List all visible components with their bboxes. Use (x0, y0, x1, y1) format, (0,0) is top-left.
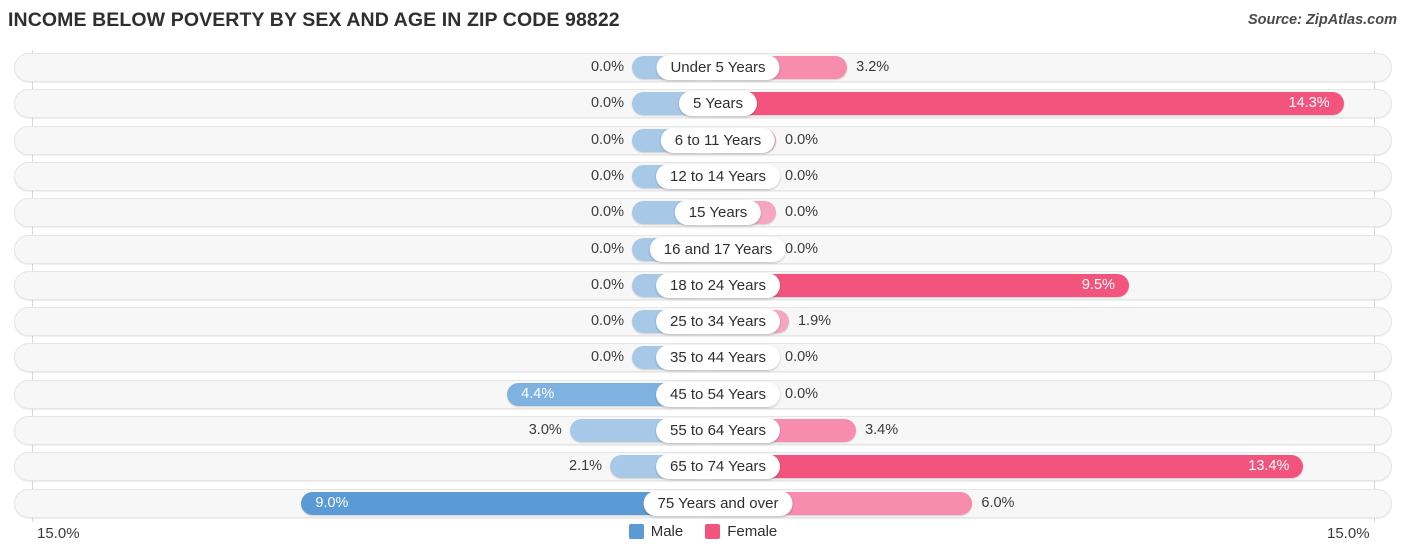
bar-value-male: 4.4% (521, 385, 555, 402)
table-row[interactable]: 4.4% 0.0% 45 to 54 Years (14, 379, 1392, 409)
legend-swatch-female (705, 524, 721, 539)
bar-value-male: 2.1% (568, 458, 603, 475)
legend-label-male: Male (650, 523, 684, 540)
row-label-75-years-and-over[interactable]: 75 Years and over (643, 490, 793, 516)
chart-footer: 15.0% 15.0% Male Female (0, 520, 1406, 559)
row-label-25-to-34-years[interactable]: 25 to 34 Years (656, 309, 780, 335)
table-row[interactable]: 3.0% 3.4% 55 to 64 Years (14, 416, 1392, 445)
source-attribution: Source: ZipAtlas.com (1247, 12, 1397, 28)
bar-value-female: 0.0% (785, 240, 819, 257)
bar-value-male: 0.0% (590, 59, 624, 75)
legend-item-female[interactable]: Female (705, 523, 777, 540)
legend-item-male[interactable]: Male (628, 523, 684, 540)
row-label-18-to-24-years[interactable]: 18 to 24 Years (656, 272, 780, 298)
bar-value-male: 0.0% (590, 276, 624, 293)
bar-value-female: 9.5% (1081, 276, 1115, 293)
row-label-15-years[interactable]: 15 Years (674, 200, 762, 226)
bar-value-female: 3.4% (865, 422, 899, 438)
bar-value-male: 3.0% (528, 422, 562, 438)
page-title: INCOME BELOW POVERTY BY SEX AND AGE IN Z… (8, 9, 620, 31)
table-row[interactable]: 0.0% 0.0% 12 to 14 Years (14, 161, 1392, 191)
bar-value-female: 1.9% (797, 313, 832, 330)
chart-header: INCOME BELOW POVERTY BY SEX AND AGE IN Z… (0, 0, 1406, 44)
table-row[interactable]: 0.0% 9.5% 18 to 24 Years (14, 270, 1392, 300)
row-label-6-to-11-years[interactable]: 6 to 11 Years (660, 127, 776, 153)
bar-value-female: 0.0% (785, 131, 819, 148)
legend-swatch-male (628, 524, 644, 539)
table-row[interactable]: 0.0% 3.2% Under 5 Years (14, 53, 1392, 82)
bar-female[interactable] (704, 92, 1344, 116)
bar-value-female: 0.0% (785, 167, 819, 184)
bar-value-female: 3.2% (856, 59, 890, 75)
bar-value-male: 0.0% (590, 167, 624, 184)
chart-plot-area: 0.0% 3.2% Under 5 Years 0.0% 14.3% 5 Years 0.0… (0, 50, 1406, 522)
bar-value-male: 0.0% (590, 313, 624, 330)
row-label-under-5-years[interactable]: Under 5 Years (656, 55, 780, 80)
bar-female[interactable] (704, 455, 1304, 479)
bar-value-male: 0.0% (590, 95, 624, 112)
bar-value-male: 0.0% (590, 349, 624, 366)
bar-value-male: 9.0% (315, 494, 349, 511)
table-row[interactable]: 0.0% 14.3% 5 Years (14, 89, 1392, 119)
bar-value-female: 6.0% (981, 494, 1015, 511)
bar-value-female: 0.0% (785, 385, 819, 402)
table-row[interactable]: 9.0% 6.0% 75 Years and over (14, 488, 1392, 518)
row-label-12-to-14-years[interactable]: 12 to 14 Years (656, 163, 780, 189)
bar-value-male: 0.0% (590, 204, 624, 221)
bar-value-female: 0.0% (785, 349, 819, 366)
bar-value-female: 13.4% (1248, 458, 1290, 475)
table-row[interactable]: 2.1% 13.4% 65 to 74 Years (14, 452, 1392, 482)
bar-value-female: 14.3% (1288, 95, 1330, 112)
chart-legend: Male Female (0, 523, 1406, 540)
table-row[interactable]: 0.0% 0.0% 35 to 44 Years (14, 343, 1392, 373)
row-label-55-to-64-years[interactable]: 55 to 64 Years (656, 418, 780, 443)
table-row[interactable]: 0.0% 0.0% 6 to 11 Years (14, 125, 1392, 155)
row-label-16-and-17-years[interactable]: 16 and 17 Years (649, 236, 787, 262)
table-row[interactable]: 0.0% 0.0% 16 and 17 Years (14, 234, 1392, 264)
row-label-45-to-54-years[interactable]: 45 to 54 Years (656, 381, 780, 407)
bar-value-female: 0.0% (785, 204, 819, 221)
bar-value-male: 0.0% (590, 240, 624, 257)
legend-label-female: Female (727, 523, 778, 540)
table-row[interactable]: 0.0% 1.9% 25 to 34 Years (14, 307, 1392, 337)
bar-value-male: 0.0% (590, 131, 624, 148)
row-label-35-to-44-years[interactable]: 35 to 44 Years (656, 345, 780, 371)
row-label-5-years[interactable]: 5 Years (678, 91, 758, 117)
table-row[interactable]: 0.0% 0.0% 15 Years (14, 198, 1392, 228)
row-label-65-to-74-years[interactable]: 65 to 74 Years (656, 454, 780, 480)
